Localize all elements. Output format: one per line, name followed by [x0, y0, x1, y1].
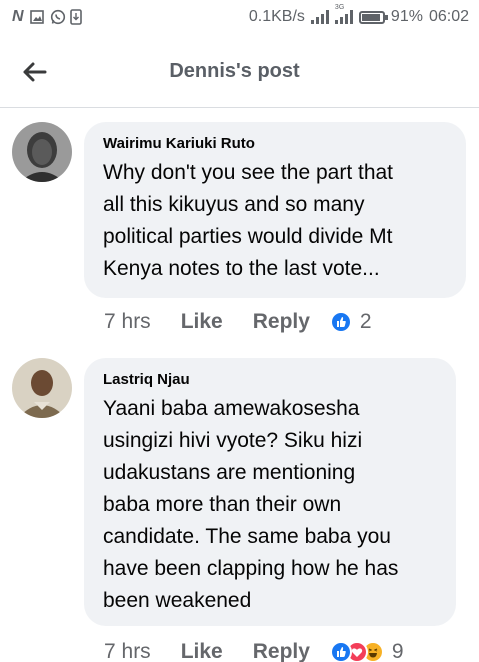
status-bar: N 0.1KB/s 3G 91% 06:02: [0, 0, 479, 36]
gallery-icon: [29, 9, 44, 25]
like-button[interactable]: Like: [181, 640, 223, 662]
avatar[interactable]: [12, 122, 72, 182]
like-reaction-icon: [329, 641, 352, 662]
signal-3g-icon: 3G: [334, 4, 353, 24]
comment-actions: 7 hrs Like Reply 9: [104, 640, 404, 662]
battery-icon: [358, 10, 388, 24]
comment-text-line: have been clapping how he has: [103, 557, 399, 580]
comment-text-line: Kenya notes to the last vote...: [103, 257, 380, 280]
comment-bubble[interactable]: Lastriq Njau Yaani baba amewakosesha usi…: [84, 358, 456, 626]
comment-text-line: udakustans are mentioning: [103, 461, 356, 484]
comment-text-line: all this kikuyus and so many: [103, 193, 365, 216]
comment-bubble[interactable]: Wairimu Kariuki Ruto Why don't you see t…: [84, 122, 466, 298]
battery-percent: 91%: [390, 8, 423, 25]
comment-text-line: baba more than their own: [103, 493, 342, 516]
comment-text-line: candidate. The same baba you: [103, 525, 391, 548]
reaction-count: 2: [359, 310, 372, 333]
comment-text: Why don't you see the part that all this…: [103, 157, 448, 285]
comment-time[interactable]: 7 hrs: [104, 640, 151, 662]
comment-text-line: been weakened: [103, 589, 252, 612]
comment-text-line: usingizi hivi vyote? Siku hizi: [103, 429, 363, 452]
comment-text-line: Yaani baba amewakosesha: [103, 397, 360, 420]
comment-time[interactable]: 7 hrs: [104, 310, 151, 334]
comment-text-line: Why don't you see the part that: [103, 161, 394, 184]
reply-button[interactable]: Reply: [253, 310, 310, 334]
signal-icon: [310, 10, 329, 24]
network-type: 3G: [334, 4, 345, 11]
reactions-summary[interactable]: 2: [329, 310, 372, 334]
avatar[interactable]: [12, 358, 72, 418]
n-icon: N: [12, 8, 24, 25]
top-bar: Dennis's post: [0, 36, 479, 108]
page-title: Dennis's post: [169, 60, 300, 82]
clock: 06:02: [428, 8, 469, 25]
download-icon: [69, 9, 84, 25]
like-button[interactable]: Like: [181, 310, 223, 334]
like-reaction-icon: [329, 311, 352, 333]
comment-actions: 7 hrs Like Reply 2: [104, 310, 372, 334]
notification-icons: N: [12, 9, 84, 25]
reactions-summary[interactable]: 9: [329, 640, 404, 662]
comment-text: Yaani baba amewakosesha usingizi hivi vy…: [103, 393, 438, 617]
comment-text-line: political parties would divide Mt: [103, 225, 393, 248]
comment-author[interactable]: Wairimu Kariuki Ruto: [103, 135, 448, 153]
network-speed: 0.1KB/s: [248, 8, 305, 25]
system-icons: 0.1KB/s 3G 91% 06:02: [248, 4, 469, 26]
reply-button[interactable]: Reply: [253, 640, 310, 662]
whatsapp-icon: [50, 9, 65, 25]
reaction-count: 9: [391, 640, 404, 662]
comment-author[interactable]: Lastriq Njau: [103, 371, 438, 389]
